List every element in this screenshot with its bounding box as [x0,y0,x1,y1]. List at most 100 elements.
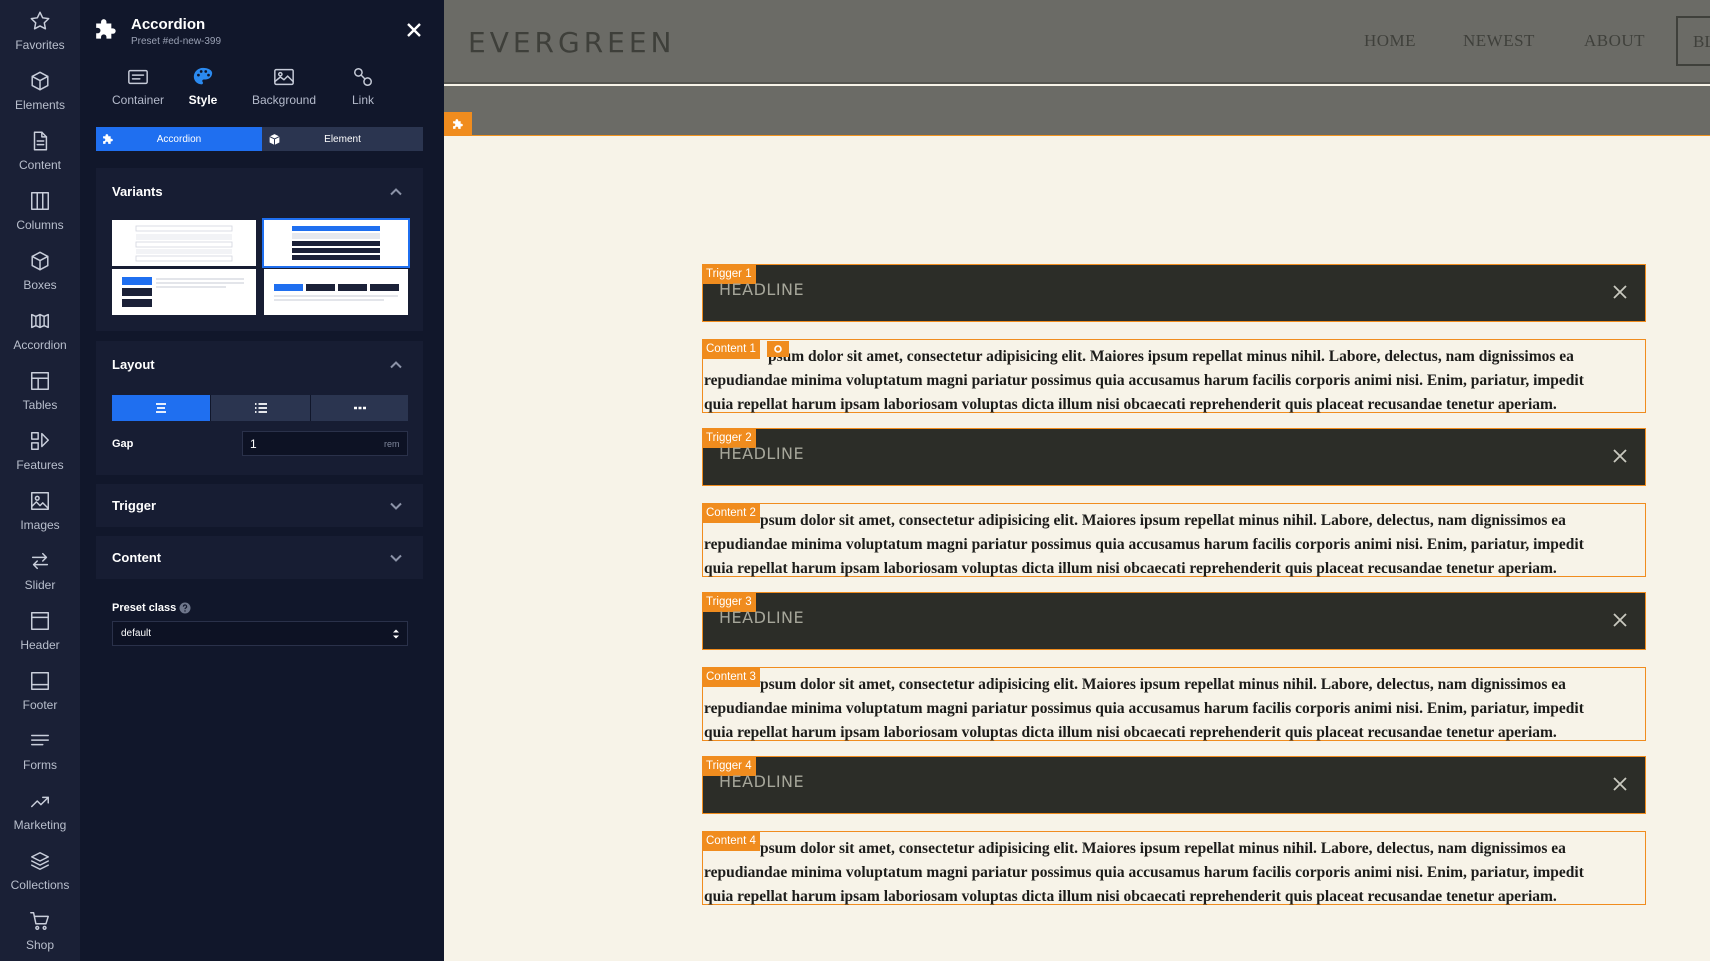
nav-newest[interactable]: NEWEST [1463,31,1535,51]
rail-item-shop[interactable]: Shop [0,900,80,960]
accordion-trigger[interactable]: Trigger 3 HEADLINE [702,592,1646,650]
table-icon [31,372,49,390]
rail-item-columns[interactable]: Columns [0,180,80,240]
expand-button[interactable] [389,499,403,513]
cart-icon [30,912,49,930]
rail-item-elements[interactable]: Elements [0,60,80,120]
element-rail: Favorites Elements Content Columns Boxes… [0,0,80,961]
layers-icon [31,852,49,870]
rail-item-accordion[interactable]: Accordion [0,300,80,360]
star-icon [30,11,50,30]
variant-top-tabs[interactable] [264,269,408,315]
tab-label: Style [188,93,218,107]
features-icon [31,432,49,450]
footer-icon [31,672,49,690]
panel-header: Accordion Preset #ed-new-399 [80,0,444,52]
collapse-button[interactable] [389,358,403,372]
select-arrows-icon [393,629,399,639]
content-line: repudiandae minima voluptatum magni pari… [704,372,1584,389]
segment-element[interactable]: Element [262,127,423,151]
rail-item-header[interactable]: Header [0,600,80,660]
site-logo[interactable]: EVERGREEN [468,26,675,59]
container-icon [128,69,148,85]
close-button[interactable] [406,22,426,42]
variants-section: Variants [96,168,423,331]
collapse-button[interactable] [389,185,403,199]
variant-dark-stack[interactable] [262,218,410,268]
rail-label: Forms [23,758,57,772]
accordion-trigger[interactable]: Trigger 2 HEADLINE [702,428,1646,486]
rail-item-footer[interactable]: Footer [0,660,80,720]
nav-home[interactable]: HOME [1364,31,1416,51]
content-line: quia repellat harum ipsam laboriosam vol… [704,396,1557,413]
rail-item-slider[interactable]: Slider [0,540,80,600]
dashes-icon [353,406,366,410]
settings-badge[interactable] [767,341,789,357]
lines-icon [31,734,49,746]
chevron-down-icon [390,554,402,562]
layout-list-button[interactable] [210,395,310,421]
element-badge[interactable] [444,112,472,136]
close-icon[interactable] [1613,777,1627,791]
rail-label: Content [18,158,62,172]
accordion-content: psum dolor sit amet, consectetur adipisi… [702,339,1646,413]
header-icon [31,612,49,630]
rail-item-content[interactable]: Content [0,120,80,180]
content-section[interactable]: Content [96,536,423,579]
preset-class-value: default [121,628,152,639]
segment-accordion[interactable]: Accordion [96,127,262,151]
section-title: Variants [112,184,163,199]
help-icon[interactable] [179,602,191,614]
tab-container[interactable]: Container [106,66,170,114]
rail-item-features[interactable]: Features [0,420,80,480]
rail-item-marketing[interactable]: Marketing [0,780,80,840]
rail-item-favorites[interactable]: Favorites [0,0,80,60]
content-tag: Content 2 [703,504,760,523]
link-icon [354,68,372,86]
nav-blog-button[interactable]: BL [1676,16,1710,66]
rail-item-forms[interactable]: Forms [0,720,80,780]
variant-outline[interactable] [112,220,256,266]
rail-label: Boxes [23,278,57,292]
segment-label: Accordion [156,133,202,145]
content-tag: Content 3 [703,668,760,687]
content-line: psum dolor sit amet, consectetur adipisi… [760,676,1566,693]
palette-icon [193,67,213,85]
cube-icon [269,134,280,145]
layout-stacked-button[interactable] [112,395,210,421]
close-icon[interactable] [1613,449,1627,463]
accordion-trigger[interactable]: Trigger 4 HEADLINE [702,756,1646,814]
layout-inline-button[interactable] [310,395,408,421]
columns-icon [31,192,49,210]
close-icon[interactable] [1613,285,1627,299]
expand-button[interactable] [389,551,403,565]
rail-label: Footer [22,698,58,712]
nav-about[interactable]: ABOUT [1584,31,1645,51]
tab-background[interactable]: Background [244,66,324,114]
trigger-headline: HEADLINE [719,608,805,627]
rail-item-collections[interactable]: Collections [0,840,80,900]
tab-style[interactable]: Style [181,66,225,114]
accordion-trigger[interactable]: Trigger 1 HEADLINE [702,264,1646,322]
content-line: quia repellat harum ipsam laboriosam vol… [704,560,1557,577]
rail-item-tables[interactable]: Tables [0,360,80,420]
rail-item-images[interactable]: Images [0,480,80,540]
rail-item-boxes[interactable]: Boxes [0,240,80,300]
rail-label: Elements [14,98,66,112]
tab-link[interactable]: Link [345,66,381,114]
close-icon [407,23,421,37]
segment-label: Element [324,133,361,145]
rail-label: Columns [16,218,64,232]
rail-label: Marketing [13,818,67,832]
tab-label: Link [351,93,374,107]
rail-label: Features [16,458,64,472]
header-band [444,86,1710,136]
content-tag: Content 4 [703,832,760,851]
preset-class-select[interactable]: default [112,621,408,646]
trigger-section[interactable]: Trigger [96,484,423,527]
accordion-content: psum dolor sit amet, consectetur adipisi… [702,667,1646,741]
close-icon[interactable] [1613,613,1627,627]
tab-label: Container [111,93,165,107]
preset-class-label: Preset class [112,602,177,614]
variant-side-tabs[interactable] [112,269,256,315]
